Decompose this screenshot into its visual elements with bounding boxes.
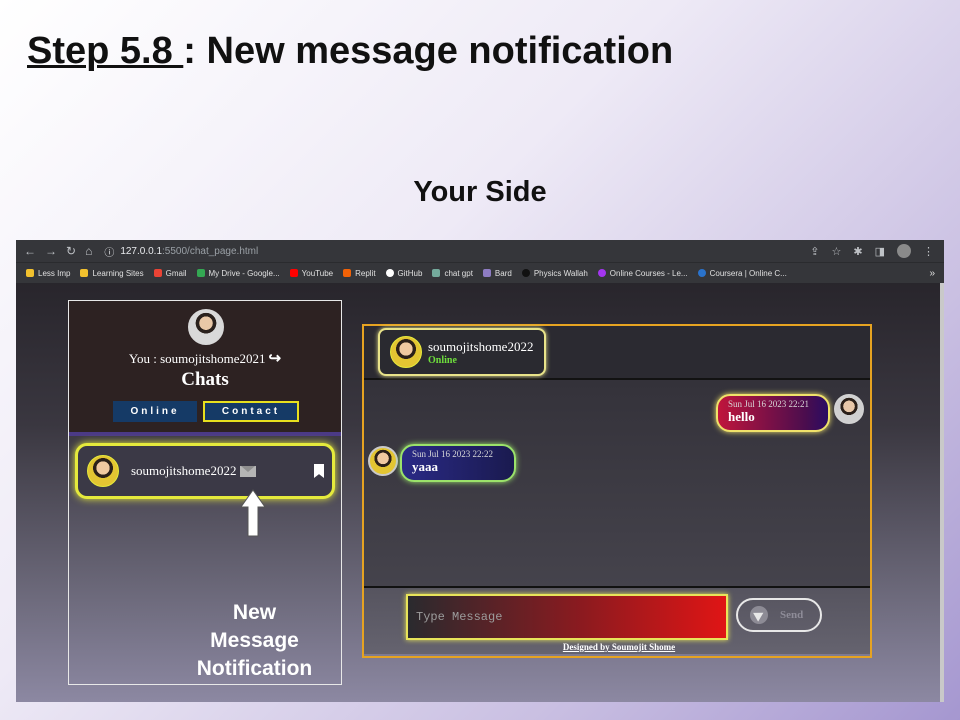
current-user: You : soumojitshome2021 ↪ [128,351,282,367]
logout-icon[interactable]: ↪ [269,351,282,367]
chat-partner-card: soumojitshome2022 Online [378,328,546,376]
sidebar-tabs: Online Contact [113,401,299,422]
bookmark-item[interactable]: chat gpt [432,269,473,278]
bookmark-favicon-icon [196,269,205,277]
star-icon[interactable]: ☆ [832,245,842,258]
bookmark-icon[interactable] [314,464,324,478]
bookmark-item[interactable]: Less Imp [26,269,70,278]
bookmark-item[interactable]: Learning Sites [80,269,144,278]
slide-step: Step 5.8 [27,30,184,72]
bookmark-item[interactable]: Physics Wallah [521,269,588,278]
nav-buttons: ← → ↻ ⌂ [24,244,92,258]
send-button[interactable]: Send [736,598,822,632]
info-icon: ⓘ [104,247,115,259]
bookmark-favicon-icon [697,269,706,277]
message-text: hello [728,409,755,424]
message-text: yaaa [412,459,438,474]
bookmark-favicon-icon [26,269,34,277]
sender-avatar [834,394,864,424]
send-label: Send [780,609,804,621]
send-icon [750,606,768,624]
slide-subtitle: Your Side [413,176,547,208]
chat-header: soumojitshome2022 Online [364,326,870,380]
mail-icon [240,465,257,477]
url-path: :5500/chat_page.html [162,245,259,257]
bookmark-item[interactable]: GitHub [385,269,422,278]
bookmark-item[interactable]: Online Courses - Le... [597,269,688,278]
bookmark-favicon-icon [80,269,89,277]
share-icon[interactable]: ⇪ [810,245,819,258]
contact-card[interactable]: soumojitshome2022 [75,443,335,499]
partner-avatar [390,336,422,368]
browser-screenshot: ← → ↻ ⌂ ⓘ 127.0.0.1:5500/chat_page.html … [16,240,944,702]
partner-status: Online [428,354,457,366]
home-icon[interactable]: ⌂ [85,244,92,258]
bookmarks-more-icon[interactable]: » [929,268,935,279]
message-time: Sun Jul 16 2023 22:22 [412,449,494,459]
bookmark-item[interactable]: YouTube [289,269,333,278]
bookmark-item[interactable]: Replit [343,269,376,278]
address-bar[interactable]: ⓘ 127.0.0.1:5500/chat_page.html [104,244,258,259]
profile-avatar[interactable] [897,244,911,258]
partner-name: soumojitshome2022 [428,338,534,354]
extensions-icon[interactable]: ✱ [853,245,862,258]
contact-name: soumojitshome2022 [131,463,237,478]
bookmark-favicon-icon [597,269,606,277]
tab-online[interactable]: Online [113,401,197,422]
bookmark-favicon-icon [385,269,394,277]
bookmark-favicon-icon [289,269,298,277]
message-outgoing: Sun Jul 16 2023 22:21 hello [716,394,830,432]
bookmark-item[interactable]: Bard [482,269,512,278]
sidebar-divider [69,432,341,436]
chat-window: soumojitshome2022 Online Sun Jul 16 2023… [362,324,872,658]
sidebar-header: You : soumojitshome2021 ↪ Chats Online Co… [69,301,341,432]
partner-info: soumojitshome2022 Online [428,339,533,366]
receiver-avatar [368,446,398,476]
designer-credit-link[interactable]: Designed by Soumojit Shome [364,642,874,652]
bookmark-favicon-icon [343,269,352,277]
bookmark-item[interactable]: My Drive - Google... [196,269,280,278]
bookmarks-bar: Less Imp Learning Sites Gmail My Drive -… [16,262,944,283]
url-host: 127.0.0.1 [120,245,163,257]
reload-icon[interactable]: ↻ [66,244,76,258]
contact-avatar [87,455,119,487]
message-time: Sun Jul 16 2023 22:21 [728,399,810,409]
arrow-up-icon [240,489,266,537]
page-scrollbar[interactable] [940,283,944,702]
bookmark-item[interactable]: Coursera | Online C... [697,269,787,278]
bookmark-favicon-icon [432,269,441,277]
message-incoming: Sun Jul 16 2023 22:22 yaaa [400,444,516,482]
message-input[interactable] [406,594,728,640]
chat-sidebar: You : soumojitshome2021 ↪ Chats Online Co… [68,300,342,685]
slide-title: Step 5.8 : New message notification [27,30,673,73]
bookmark-item[interactable]: Gmail [153,269,187,278]
notification-annotation: New Message Notification [196,601,313,680]
bookmark-favicon-icon [482,269,491,277]
bookmark-favicon-icon [521,269,530,277]
browser-actions: ⇪ ☆ ✱ ◨ ⋮ [810,244,934,258]
back-icon[interactable]: ← [24,244,36,258]
user-avatar [188,309,224,345]
chats-title: Chats [181,369,229,390]
forward-icon[interactable]: → [45,244,57,258]
tab-contact[interactable]: Contact [203,401,299,422]
menu-icon[interactable]: ⋮ [923,245,934,258]
slide-title-rest: : New message notification [183,30,674,72]
bookmark-favicon-icon [153,269,162,277]
message-list: Sun Jul 16 2023 22:21 hello Sun Jul 16 2… [364,380,870,586]
sidepanel-icon[interactable]: ◨ [875,245,885,258]
browser-toolbar: ← → ↻ ⌂ ⓘ 127.0.0.1:5500/chat_page.html … [16,240,944,262]
